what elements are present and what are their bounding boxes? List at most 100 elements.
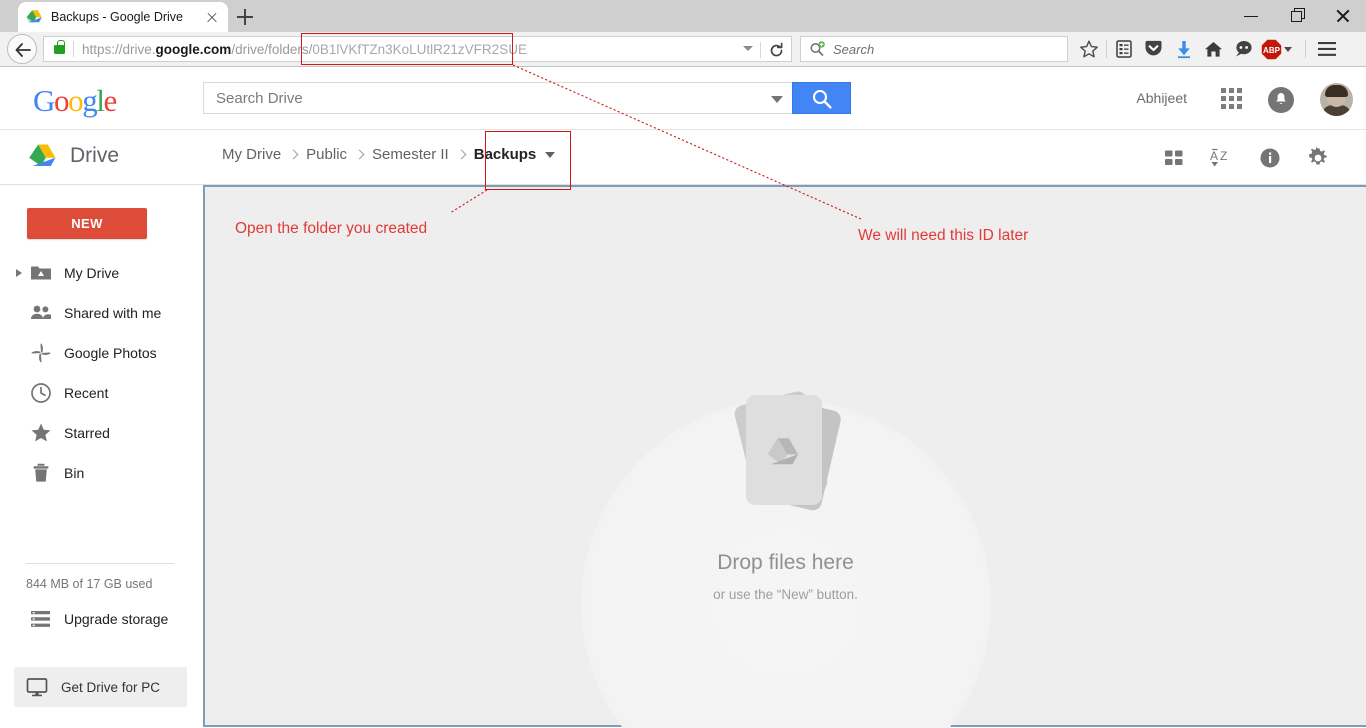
sidebar-item-label: Starred — [64, 425, 110, 441]
home-icon[interactable] — [1199, 34, 1229, 64]
upgrade-storage-label: Upgrade storage — [64, 611, 169, 627]
address-bar[interactable]: https://drive.google.com/drive/folders/0… — [43, 36, 792, 62]
drive-brand-label: Drive — [70, 144, 120, 167]
clock-icon — [30, 382, 52, 404]
get-drive-for-pc-label: Get Drive for PC — [61, 679, 161, 695]
sort-az-icon[interactable]: A Z — [1198, 144, 1246, 172]
files-drop-zone[interactable]: Drop files here or use the “New” button. — [203, 185, 1366, 728]
google-search-icon — [809, 41, 827, 57]
sidebar-item-label: Shared with me — [64, 305, 162, 321]
browser-titlebar: Backups - Google Drive — [0, 0, 1366, 32]
sidebar-item-starred[interactable]: Starred — [0, 413, 203, 453]
browser-toolbar-icons: ABP — [1074, 34, 1342, 64]
reload-icon[interactable] — [768, 42, 785, 59]
firefox-menu-icon[interactable] — [1312, 34, 1342, 64]
google-drive-logo-icon — [28, 143, 58, 169]
stacked-files-drive-icon — [706, 377, 866, 537]
settings-gear-icon[interactable] — [1294, 144, 1342, 172]
expand-triangle-icon[interactable] — [16, 269, 22, 277]
sidebar-divider — [26, 563, 174, 564]
pocket-icon[interactable] — [1139, 34, 1169, 64]
breadcrumb-item-semester-ii[interactable]: Semester II — [372, 146, 449, 163]
drive-search-input[interactable]: Search Drive — [203, 82, 796, 114]
breadcrumb-item-my-drive[interactable]: My Drive — [222, 146, 281, 163]
google-logo: Google — [33, 83, 117, 118]
new-tab-button[interactable] — [234, 6, 256, 28]
drive-sidebar: NEW My Drive Shared with me Google Photo… — [0, 185, 203, 727]
chat-icon[interactable] — [1229, 34, 1259, 64]
new-button[interactable]: NEW — [27, 208, 147, 239]
search-options-chevron-down-icon[interactable] — [771, 96, 783, 103]
apps-grid-icon[interactable] — [1221, 88, 1245, 112]
drive-top-header: Google Search Drive Abhijeet — [0, 68, 1366, 130]
window-maximize-button[interactable] — [1274, 0, 1320, 32]
sidebar-item-label: Bin — [64, 465, 85, 481]
downloads-icon[interactable] — [1169, 34, 1199, 64]
account-name[interactable]: Abhijeet — [1136, 90, 1187, 106]
drive-sub-header: Drive My Drive Public Semester II Backup… — [0, 130, 1366, 185]
get-drive-for-pc-button[interactable]: Get Drive for PC — [14, 667, 187, 707]
drive-search-placeholder: Search Drive — [216, 89, 303, 107]
empty-state: Drop files here or use the “New” button. — [205, 377, 1366, 602]
storage-bars-icon — [30, 608, 52, 630]
user-avatar[interactable] — [1320, 83, 1353, 116]
breadcrumb-item-public[interactable]: Public — [306, 146, 347, 163]
storage-usage-text: 844 MB of 17 GB used — [26, 577, 153, 591]
sidebar-item-recent[interactable]: Recent — [0, 373, 203, 413]
grid-view-icon[interactable] — [1150, 144, 1198, 172]
google-photos-icon — [30, 342, 52, 364]
back-arrow-icon — [15, 43, 31, 57]
shared-people-icon — [30, 302, 52, 324]
details-info-icon[interactable] — [1246, 144, 1294, 172]
browser-navbar: https://drive.google.com/drive/folders/0… — [0, 32, 1366, 67]
adblock-chevron-down-icon[interactable] — [1284, 47, 1292, 52]
browser-window: Backups - Google Drive https://drive.goo… — [0, 0, 1366, 728]
empty-state-title: Drop files here — [717, 551, 854, 574]
breadcrumb-separator-icon — [288, 149, 299, 160]
window-close-button[interactable] — [1320, 0, 1366, 32]
tab-title: Backups - Google Drive — [51, 10, 184, 24]
reading-list-icon[interactable] — [1109, 34, 1139, 64]
breadcrumb-item-backups[interactable]: Backups — [474, 146, 537, 163]
drive-search-button[interactable] — [792, 82, 851, 114]
breadcrumb-chevron-down-icon[interactable] — [545, 151, 556, 158]
browser-search-placeholder: Search — [833, 41, 875, 57]
sidebar-item-bin[interactable]: Bin — [0, 453, 203, 493]
address-bar-chevron-down-icon[interactable] — [743, 46, 753, 51]
address-bar-url: https://drive.google.com/drive/folders/0… — [82, 41, 527, 57]
sidebar-item-label: Google Photos — [64, 345, 157, 361]
browser-tab[interactable]: Backups - Google Drive — [18, 2, 228, 32]
bookmark-star-icon[interactable] — [1074, 34, 1104, 64]
drive-body: NEW My Drive Shared with me Google Photo… — [0, 185, 1366, 728]
sidebar-item-my-drive[interactable]: My Drive — [0, 253, 203, 293]
star-icon — [30, 422, 52, 444]
svg-text:Z: Z — [1220, 149, 1227, 163]
my-drive-folder-icon — [30, 262, 52, 284]
breadcrumb-separator-icon — [354, 149, 365, 160]
breadcrumb: My Drive Public Semester II Backups — [222, 146, 556, 163]
svg-text:ABP: ABP — [1263, 46, 1281, 55]
drive-brand[interactable]: Drive — [28, 143, 119, 169]
google-drive-favicon-icon — [26, 9, 44, 25]
sidebar-item-shared-with-me[interactable]: Shared with me — [0, 293, 203, 333]
google-drive-app: Google Search Drive Abhijeet Drive My Dr… — [0, 68, 1366, 728]
sidebar-item-label: My Drive — [64, 265, 120, 281]
folder-id-text: 0B1lVKfTZn3KoLUtlR21zVFR2SUE — [312, 41, 527, 57]
breadcrumb-separator-icon — [456, 149, 467, 160]
secure-lock-icon — [54, 39, 65, 54]
browser-search-box[interactable]: Search — [800, 36, 1068, 62]
empty-state-subtitle: or use the “New” button. — [713, 587, 858, 602]
tab-close-icon[interactable] — [204, 9, 220, 25]
sidebar-item-label: Recent — [64, 385, 109, 401]
drive-header-tools: A Z — [1150, 144, 1342, 172]
sidebar-item-upgrade-storage[interactable]: Upgrade storage — [0, 599, 168, 639]
trash-bin-icon — [30, 462, 52, 484]
sidebar-nav-list: My Drive Shared with me Google Photos Re… — [0, 253, 203, 627]
back-button[interactable] — [7, 34, 37, 64]
window-minimize-button[interactable] — [1228, 0, 1274, 32]
desktop-monitor-icon — [26, 676, 48, 698]
sidebar-item-google-photos[interactable]: Google Photos — [0, 333, 203, 373]
window-controls — [1228, 0, 1366, 32]
adblock-plus-icon[interactable]: ABP — [1259, 34, 1299, 64]
notifications-bell-icon[interactable] — [1268, 87, 1294, 113]
